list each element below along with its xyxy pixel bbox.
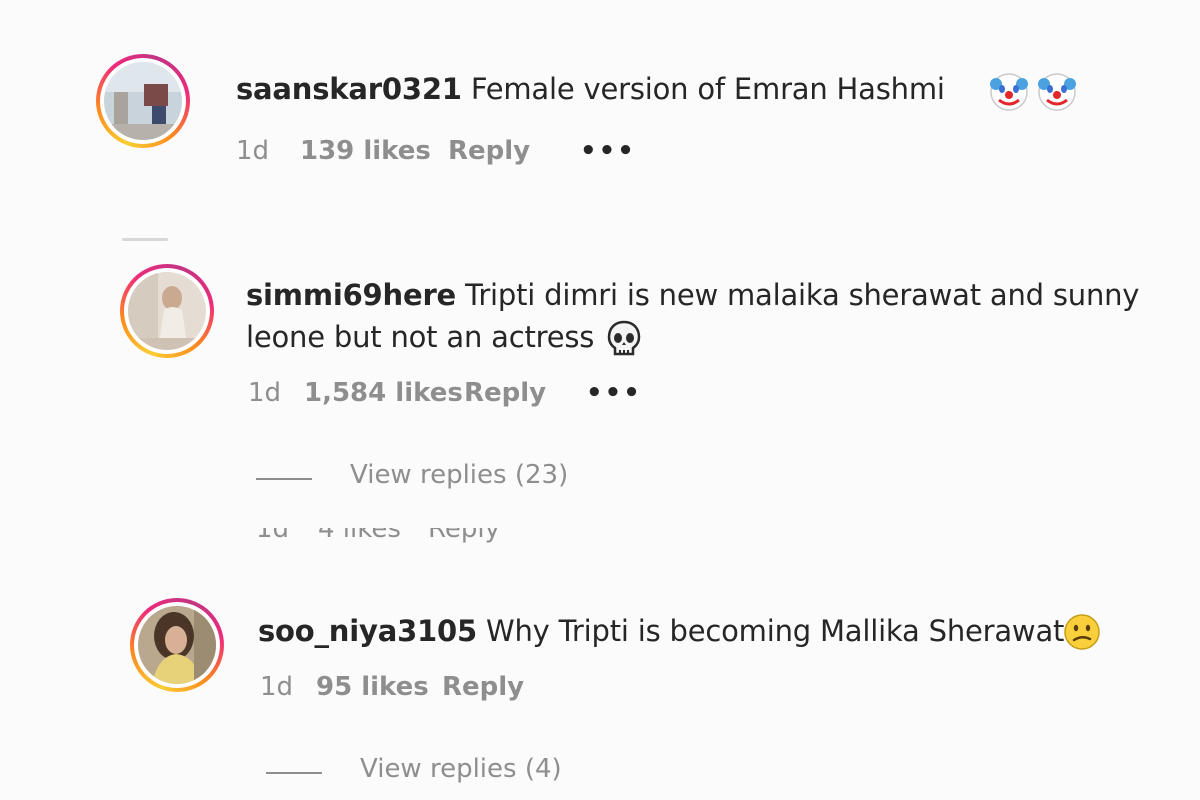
comment-username[interactable]: soo_niya3105 — [258, 614, 477, 648]
comments-panel: saanskar0321 Female version of Emran Has… — [0, 0, 1200, 800]
avatar — [138, 606, 216, 684]
comment-text-line: soo_niya3105 Why Tripti is becoming Mall… — [258, 610, 1064, 652]
comment-meta: 1d 95 likes Reply — [260, 672, 760, 706]
comment-likes[interactable]: 95 likes — [316, 672, 429, 702]
reply-button[interactable]: Reply — [442, 672, 524, 702]
confused-face-icon — [1064, 614, 1100, 650]
comment-item: soo_niya3105 Why Tripti is becoming Mall… — [0, 0, 1200, 800]
avatar-story-ring[interactable] — [130, 598, 224, 692]
view-replies-button[interactable]: View replies (4) — [360, 754, 562, 784]
comment-body: Why Tripti is becoming Mallika Sherawat — [486, 614, 1065, 648]
view-replies-line — [266, 772, 322, 774]
comment-time: 1d — [260, 672, 294, 702]
